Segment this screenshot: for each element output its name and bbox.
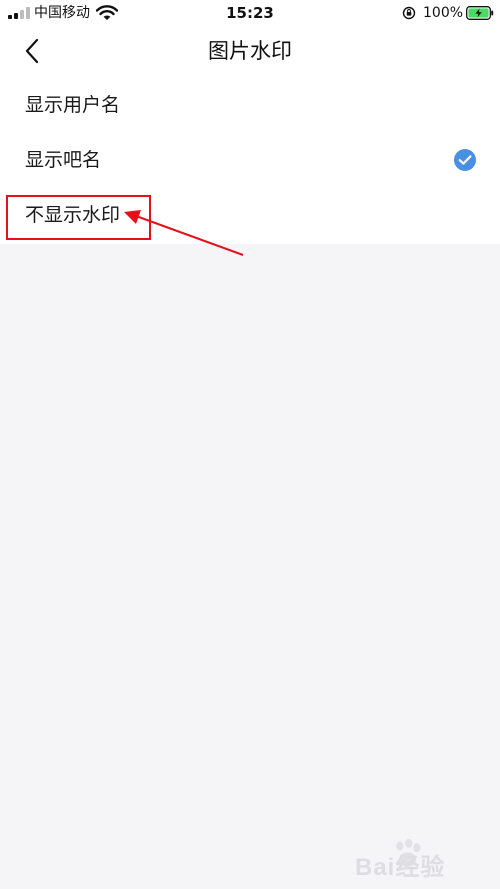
option-label: 显示用户名	[25, 94, 121, 116]
annotation-highlight-box	[6, 195, 151, 240]
battery-percent: 100%	[423, 5, 464, 21]
navigation-bar: 图片水印	[0, 26, 500, 78]
check-icon	[454, 149, 476, 171]
page-title: 图片水印	[208, 39, 292, 63]
option-show-username[interactable]: 显示用户名	[0, 79, 500, 133]
rotation-lock-icon	[402, 6, 416, 20]
status-bar: 中国移动 15:23 100%	[0, 0, 500, 26]
baidu-watermark: Bai经验	[355, 835, 495, 883]
option-label: 显示吧名	[25, 149, 102, 171]
option-show-forum-name[interactable]: 显示吧名	[0, 134, 500, 188]
watermark-text: Bai经验	[355, 854, 446, 881]
battery-charging-icon	[466, 6, 494, 20]
